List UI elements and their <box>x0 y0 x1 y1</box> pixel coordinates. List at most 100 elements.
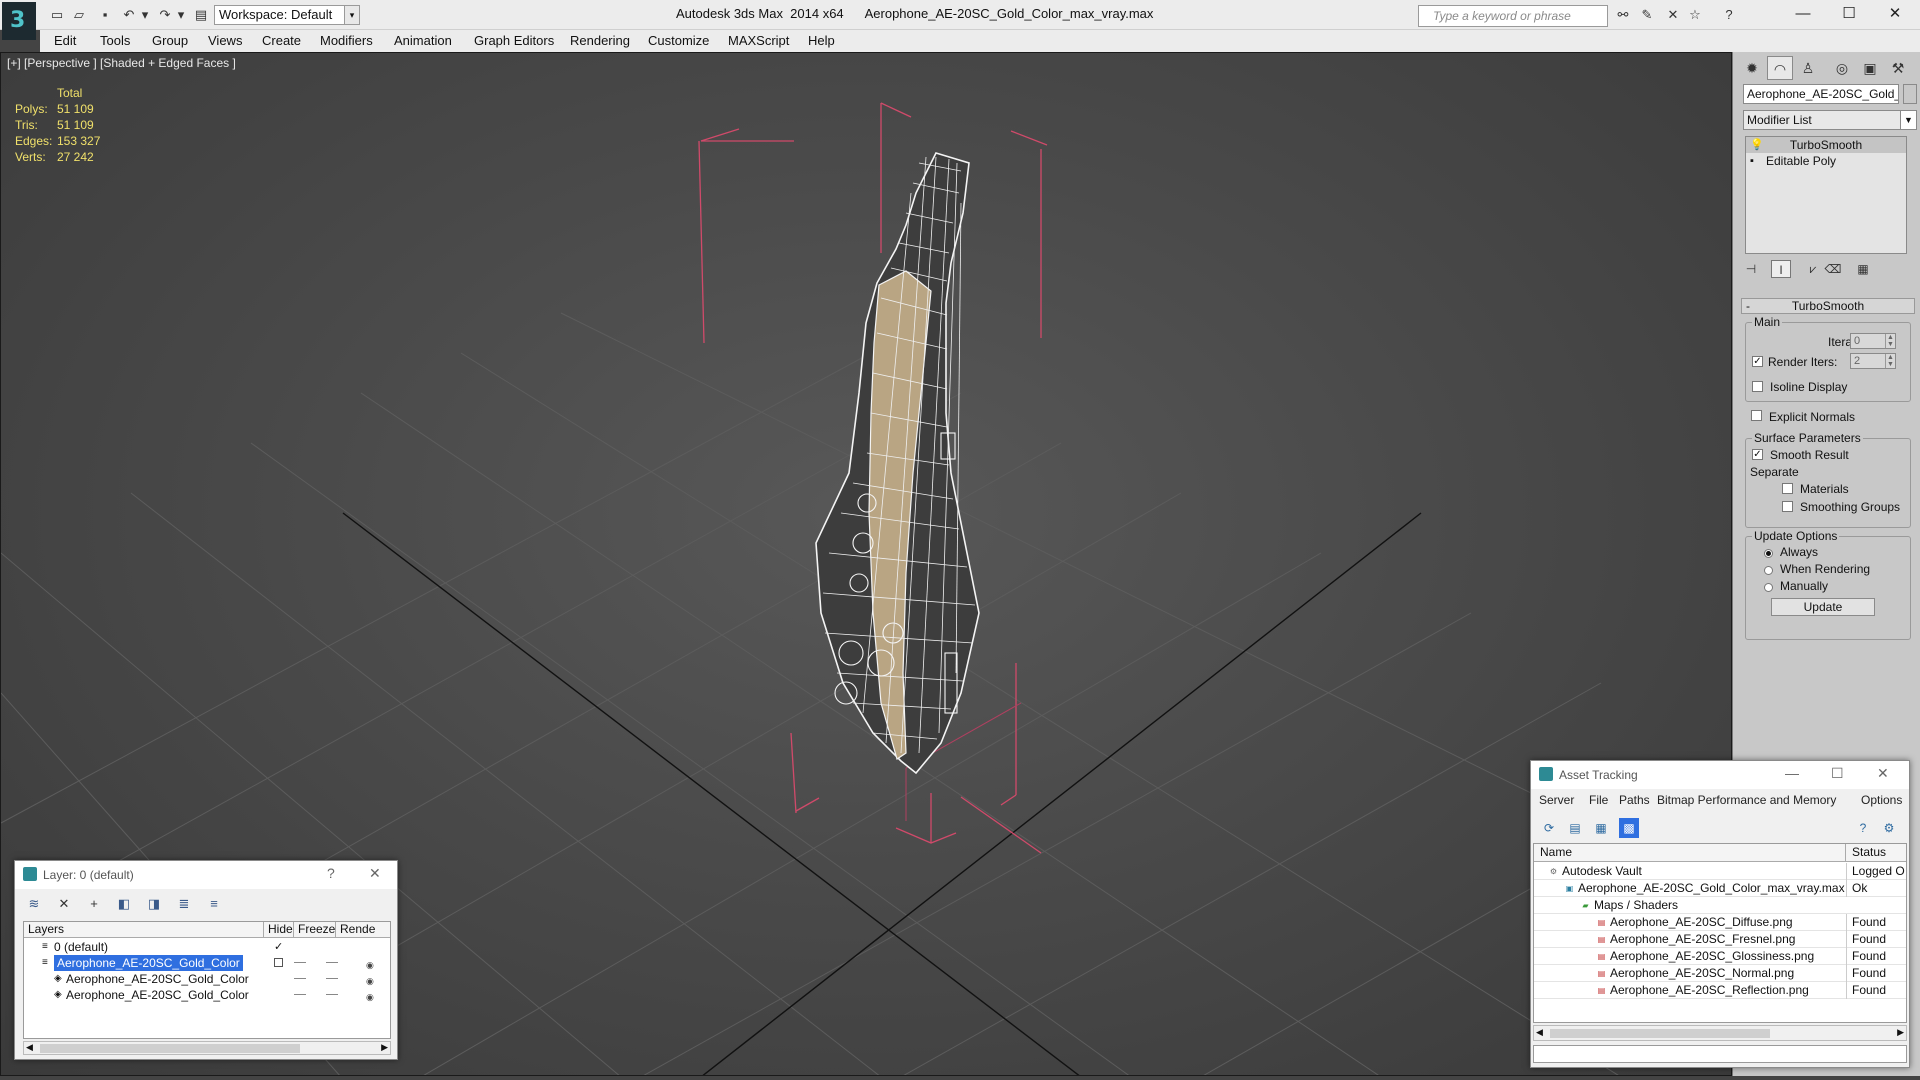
render-iters-spinner[interactable]: 2 ▲ ▼ <box>1850 353 1896 369</box>
minimize-icon[interactable]: — <box>1785 765 1799 781</box>
tree-view-icon[interactable]: ▦ <box>1591 818 1611 838</box>
asset-row[interactable]: ▤ Aerophone_AE-20SC_Diffuse.png Found <box>1534 914 1906 931</box>
asset-row[interactable]: ▤ Aerophone_AE-20SC_Glossiness.png Found <box>1534 948 1906 965</box>
asset-row[interactable]: ▰ Maps / Shaders <box>1534 897 1906 914</box>
asset-row[interactable]: ▤ Aerophone_AE-20SC_Normal.png Found <box>1534 965 1906 982</box>
project-folder-icon[interactable]: ▤ <box>192 6 210 24</box>
spinner-arrows-icon[interactable]: ▲ ▼ <box>1885 354 1895 368</box>
menu-edit[interactable]: Edit <box>54 33 76 48</box>
freeze-all-layers-icon[interactable]: ≡ <box>205 895 223 913</box>
motion-tab-icon[interactable]: ◎ <box>1829 56 1855 80</box>
menu-group[interactable]: Group <box>152 33 188 48</box>
separate-smoothing-groups-checkbox[interactable] <box>1782 501 1793 512</box>
hide-toggle[interactable] <box>294 978 306 979</box>
menu-help[interactable]: Help <box>808 33 835 48</box>
configure-modifier-sets-icon[interactable]: ▦ <box>1853 260 1873 278</box>
new-file-icon[interactable]: ▭ <box>48 6 66 24</box>
workspace-select[interactable]: Workspace: Default ▾ <box>214 5 358 25</box>
turbosmooth-rollout-header[interactable]: - TurboSmooth <box>1741 298 1915 314</box>
scroll-left-icon[interactable]: ◀ <box>26 1042 33 1053</box>
scroll-right-icon[interactable]: ▶ <box>381 1042 388 1053</box>
menu-tools[interactable]: Tools <box>100 33 130 48</box>
help-icon[interactable]: ? <box>327 865 335 881</box>
menu-create[interactable]: Create <box>262 33 301 48</box>
column-header-render[interactable]: Rende <box>336 922 390 938</box>
object-color-swatch[interactable] <box>1903 84 1917 104</box>
modifier-stack[interactable]: 💡 TurboSmooth ▪ Editable Poly <box>1745 136 1907 254</box>
menu-modifiers[interactable]: Modifiers <box>320 33 373 48</box>
app-logo-button[interactable]: 3 <box>2 2 36 40</box>
help-icon[interactable]: ? <box>1720 6 1738 24</box>
refresh-icon[interactable]: ⟳ <box>1539 818 1559 838</box>
layer-row[interactable]: ◈ Aerophone_AE-20SC_Gold_Color ◉ <box>24 987 390 1005</box>
menu-animation[interactable]: Animation <box>394 33 452 48</box>
select-objects-icon[interactable]: ◧ <box>115 895 133 913</box>
spinner-arrows-icon[interactable]: ▲ ▼ <box>1885 334 1895 348</box>
close-icon[interactable]: ✕ <box>1872 2 1918 26</box>
asset-row[interactable]: ▤ Aerophone_AE-20SC_Fresnel.png Found <box>1534 931 1906 948</box>
table-view-icon[interactable]: ▩ <box>1619 818 1639 838</box>
close-icon[interactable]: ✕ <box>1877 765 1889 782</box>
layer-name[interactable]: 0 (default) <box>54 939 108 955</box>
smooth-result-checkbox[interactable]: ✓ <box>1752 449 1763 460</box>
close-icon[interactable]: ✕ <box>369 865 381 882</box>
binoculars-icon[interactable]: ⚯ <box>1614 6 1632 24</box>
asset-menu-paths[interactable]: Paths <box>1619 793 1650 807</box>
minimize-icon[interactable]: — <box>1780 2 1826 26</box>
asset-row[interactable]: ▤ Aerophone_AE-20SC_Reflection.png Found <box>1534 982 1906 999</box>
scrollbar-thumb[interactable] <box>40 1044 300 1053</box>
utilities-tab-icon[interactable]: ⚒ <box>1885 56 1911 80</box>
delete-layer-icon[interactable]: ✕ <box>55 895 73 913</box>
update-manually-radio[interactable] <box>1764 583 1773 592</box>
object-name-field[interactable]: Aerophone_AE-20SC_Gold_C <box>1743 84 1899 104</box>
render-teapot-icon[interactable]: ◉ <box>366 989 374 1005</box>
column-header-freeze[interactable]: Freeze <box>294 922 336 938</box>
modifier-list-dropdown[interactable]: Modifier List ▼ <box>1743 110 1917 130</box>
viewport-label-menu[interactable]: [+] [Perspective ] [Shaded + Edged Faces… <box>7 56 236 70</box>
column-header-name[interactable]: Name <box>1534 844 1846 862</box>
update-always-radio[interactable] <box>1764 549 1773 558</box>
hierarchy-tab-icon[interactable]: ♙ <box>1795 56 1821 80</box>
modify-tab-icon[interactable]: ◠ <box>1767 56 1793 80</box>
maximize-icon[interactable]: ☐ <box>1826 2 1872 26</box>
scroll-left-icon[interactable]: ◀ <box>1536 1027 1543 1038</box>
redo-dropdown-icon[interactable]: ▾ <box>172 6 190 24</box>
show-end-result-icon[interactable]: I <box>1771 260 1791 278</box>
vault-settings-icon[interactable]: ⚙ <box>1879 818 1899 838</box>
update-when-rendering-radio[interactable] <box>1764 566 1773 575</box>
update-button[interactable]: Update <box>1771 598 1875 616</box>
explicit-normals-checkbox[interactable] <box>1751 410 1762 421</box>
highlight-selected-icon[interactable]: ◨ <box>145 895 163 913</box>
asset-window-titlebar[interactable]: Asset Tracking — ☐ ✕ <box>1531 761 1909 789</box>
favorites-star-icon[interactable]: ☆ <box>1686 6 1704 24</box>
hide-all-layers-icon[interactable]: ≣ <box>175 895 193 913</box>
layer-window-titlebar[interactable]: Layer: 0 (default) ? ✕ <box>15 861 397 889</box>
menu-customize[interactable]: Customize <box>648 33 709 48</box>
asset-menu-bitmap-performance[interactable]: Bitmap Performance and Memory <box>1657 793 1836 807</box>
stack-item-editable-poly[interactable]: ▪ Editable Poly <box>1746 153 1906 169</box>
render-iters-checkbox[interactable]: ✓ <box>1752 356 1763 367</box>
asset-path-field[interactable] <box>1533 1045 1907 1063</box>
menu-maxscript[interactable]: MAXScript <box>728 33 789 48</box>
maximize-icon[interactable]: ☐ <box>1831 765 1844 782</box>
lightbulb-icon[interactable]: 💡 <box>1750 137 1764 153</box>
pin-stack-icon[interactable]: ⊣ <box>1741 260 1761 278</box>
freeze-toggle[interactable] <box>326 978 338 979</box>
iterations-spinner[interactable]: 0 ▲ ▼ <box>1850 333 1896 349</box>
asset-horizontal-scrollbar[interactable]: ◀ ▶ <box>1533 1025 1907 1041</box>
list-view-icon[interactable]: ▤ <box>1565 818 1585 838</box>
asset-menu-file[interactable]: File <box>1589 793 1608 807</box>
freeze-toggle[interactable] <box>326 994 338 995</box>
asset-row[interactable]: ▣ Aerophone_AE-20SC_Gold_Color_max_vray.m… <box>1534 880 1906 897</box>
layer-horizontal-scrollbar[interactable]: ◀ ▶ <box>23 1041 391 1055</box>
menu-views[interactable]: Views <box>208 33 242 48</box>
save-icon[interactable]: ▪ <box>96 6 114 24</box>
menu-rendering[interactable]: Rendering <box>570 33 630 48</box>
freeze-toggle[interactable] <box>326 962 338 963</box>
scroll-right-icon[interactable]: ▶ <box>1897 1027 1904 1038</box>
hide-toggle[interactable] <box>294 962 306 963</box>
add-to-layer-icon[interactable]: + <box>85 895 103 913</box>
isoline-display-checkbox[interactable] <box>1752 381 1763 392</box>
separate-materials-checkbox[interactable] <box>1782 483 1793 494</box>
layer-name[interactable]: Aerophone_AE-20SC_Gold_Color <box>66 971 249 987</box>
